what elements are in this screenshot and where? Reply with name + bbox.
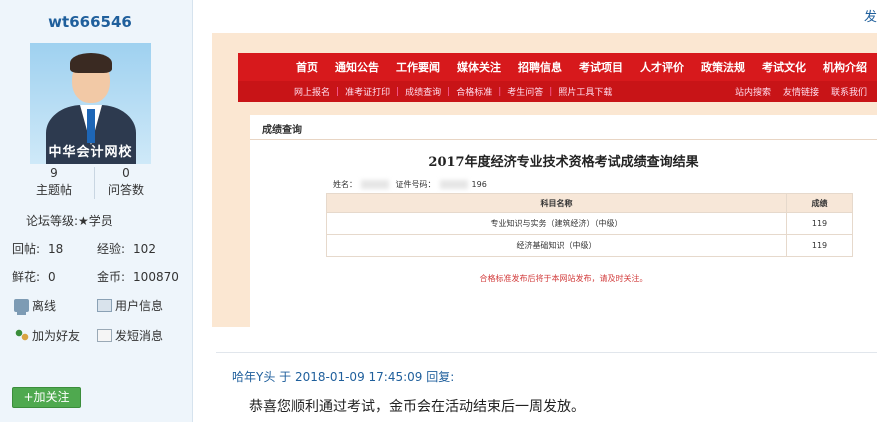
exp-label: 经验: xyxy=(97,242,126,256)
status-label: 离线 xyxy=(32,299,57,313)
level-value: ★学员 xyxy=(78,214,113,228)
nav-item: 考试文化 xyxy=(762,61,806,74)
stats-divider xyxy=(94,167,95,199)
table-row: 经济基础知识（中级） 119 xyxy=(326,234,853,257)
subnav-item: 准考证打印 xyxy=(345,88,391,98)
id-label: 证件号码： xyxy=(395,180,436,189)
score-screenshot-image: 首页 通知公告 工作要闻 媒体关注 招聘信息 考试项目 人才评价 政策法规 考试… xyxy=(212,33,877,327)
table-header: 科目名称 成绩 xyxy=(326,193,853,213)
avatar-tie xyxy=(87,109,95,143)
topics-label: 主题帖 xyxy=(35,183,72,197)
coins-label: 金币: xyxy=(97,270,126,284)
avatar-hair xyxy=(70,53,112,73)
subject-cell: 专业知识与实务（建筑经济）（中级） xyxy=(326,212,787,235)
flowers-value: 0 xyxy=(48,270,56,284)
questions-count: 0 xyxy=(122,166,130,180)
col-subject: 科目名称 xyxy=(326,193,787,213)
score-cell: 119 xyxy=(786,234,853,257)
panel-title: 成绩查询 xyxy=(262,125,302,136)
subnav-item: 网上报名 xyxy=(294,88,331,98)
topics-count: 9 xyxy=(50,166,58,180)
subnav-separator: | xyxy=(498,86,502,97)
redacted-name xyxy=(361,180,389,189)
nav-item: 人才评价 xyxy=(640,61,684,74)
panel-divider xyxy=(250,139,877,140)
reply-divider xyxy=(216,352,877,353)
questions-label: 问答数 xyxy=(107,183,144,197)
replies-label: 回帖: xyxy=(12,242,41,256)
monitor-icon xyxy=(14,299,29,315)
subnav-separator: | xyxy=(549,86,553,97)
site-subnav: 网上报名 | 准考证打印 | 成绩查询 | 合格标准 | 考生问答 | 照片工具下载 站内… xyxy=(238,81,877,102)
subnav-separator: | xyxy=(336,86,340,97)
user-info-link[interactable]: 用户信息 xyxy=(97,297,163,314)
col-score: 成绩 xyxy=(786,193,853,213)
subnav-item: 照片工具下载 xyxy=(558,88,613,98)
user-sidebar: wt666546 中华会计网校 9 主题帖 0 问答数 论坛等级:★学员 回帖:… xyxy=(0,0,193,422)
nav-item: 考试项目 xyxy=(579,61,623,74)
subnav-item: 考生问答 xyxy=(507,88,544,98)
send-message-link[interactable]: 发短消息 xyxy=(97,327,163,344)
nav-item: 通知公告 xyxy=(335,61,379,74)
nav-item: 招聘信息 xyxy=(518,61,562,74)
avatar-watermark: 中华会计网校 xyxy=(48,145,133,160)
exp-stat: 经验: 102 xyxy=(97,240,156,257)
flowers-stat: 鲜花: 0 xyxy=(12,268,56,285)
subject-cell: 经济基础知识（中级） xyxy=(326,234,787,257)
offline-status: 离线 xyxy=(14,297,57,315)
id-suffix: 196 xyxy=(471,180,487,189)
replies-value: 18 xyxy=(48,242,64,256)
pass-standard-note: 合格标准发布后将于本网站发布，请及时关注。 xyxy=(479,274,648,283)
send-message-label: 发短消息 xyxy=(115,329,164,343)
nav-item: 政策法规 xyxy=(701,61,745,74)
name-label: 姓名： xyxy=(333,180,357,189)
result-title: 2017年度经济专业技术资格考试成绩查询结果 xyxy=(428,155,699,170)
candidate-row: 姓名： 证件号码： 196 xyxy=(333,179,487,190)
add-friend-icon xyxy=(14,329,29,342)
site-nav: 首页 通知公告 工作要闻 媒体关注 招聘信息 考试项目 人才评价 政策法规 考试… xyxy=(238,53,877,81)
nav-item: 首页 xyxy=(296,61,318,74)
score-panel: 成绩查询 2017年度经济专业技术资格考试成绩查询结果 姓名： 证件号码： 196… xyxy=(250,115,877,327)
topics-stat[interactable]: 9 主题帖 xyxy=(24,165,84,199)
redacted-id xyxy=(439,180,468,189)
nav-item: 工作要闻 xyxy=(396,61,440,74)
questions-stat[interactable]: 0 问答数 xyxy=(96,165,156,199)
avatar[interactable]: 中华会计网校 xyxy=(30,43,151,164)
subnav-right-item: 站内搜索 xyxy=(734,88,771,98)
level-label: 论坛等级: xyxy=(26,214,79,228)
flowers-label: 鲜花: xyxy=(12,270,41,284)
subnav-item: 合格标准 xyxy=(456,88,493,98)
subnav-right-item: 联系我们 xyxy=(830,88,867,98)
username[interactable]: wt666546 xyxy=(0,13,180,31)
exp-value: 102 xyxy=(133,242,156,256)
user-info-label: 用户信息 xyxy=(115,299,164,313)
subnav-right: 站内搜索 友情链接 联系我们 xyxy=(723,85,867,98)
forum-level: 论坛等级:★学员 xyxy=(26,212,113,229)
score-table: 科目名称 成绩 专业知识与实务（建筑经济）（中级） 119 经济基础知识（中级）… xyxy=(326,193,853,257)
user-card-icon xyxy=(97,299,112,312)
nav-item: 媒体关注 xyxy=(457,61,501,74)
post-top-link[interactable]: 发 xyxy=(864,6,877,25)
table-row: 专业知识与实务（建筑经济）（中级） 119 xyxy=(326,212,853,235)
replies-stat: 回帖: 18 xyxy=(12,240,63,257)
subnav-separator: | xyxy=(396,86,400,97)
subnav-right-item: 友情链接 xyxy=(782,88,819,98)
subnav-item: 成绩查询 xyxy=(405,88,442,98)
envelope-icon xyxy=(97,329,112,342)
follow-button[interactable]: +加关注 xyxy=(12,387,81,408)
reply-text: 恭喜您顺利通过考试，金币会在活动结束后一周发放。 xyxy=(249,399,585,415)
reply-header[interactable]: 哈年Y头 于 2018-01-09 17:45:09 回复: xyxy=(232,368,454,385)
nav-item: 机构介绍 xyxy=(823,61,867,74)
add-friend-label: 加为好友 xyxy=(32,329,81,343)
subnav-separator: | xyxy=(447,86,451,97)
coins-stat: 金币: 100870 xyxy=(97,268,179,285)
coins-value: 100870 xyxy=(133,270,179,284)
score-cell: 119 xyxy=(786,212,853,235)
add-friend-link[interactable]: 加为好友 xyxy=(14,327,80,344)
